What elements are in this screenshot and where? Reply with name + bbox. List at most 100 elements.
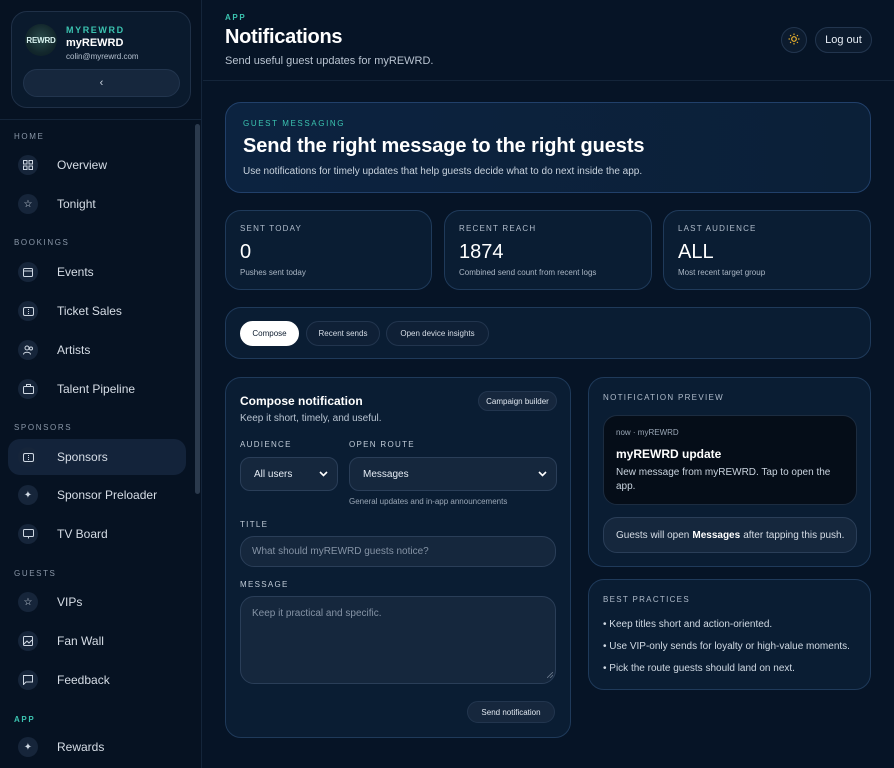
tab-compose[interactable]: Compose bbox=[240, 321, 299, 346]
route-note-prefix: Guests will open bbox=[616, 529, 690, 541]
push-title: myREWRD update bbox=[616, 447, 722, 461]
sidebar-item-tonight[interactable]: ☆ Tonight bbox=[8, 186, 186, 222]
sidebar-item-events[interactable]: Events bbox=[8, 254, 186, 290]
stat-caption: Pushes sent today bbox=[240, 268, 306, 277]
page-title: Notifications bbox=[225, 26, 343, 48]
stat-label: RECENT REACH bbox=[459, 224, 537, 233]
sidebar-item-tv-board[interactable]: TV Board bbox=[8, 516, 186, 552]
route-note-suffix: after tapping this push. bbox=[743, 529, 845, 541]
logout-button[interactable]: Log out bbox=[815, 27, 872, 53]
section-label-bookings: BOOKINGS bbox=[14, 238, 70, 247]
calendar-icon bbox=[18, 262, 38, 282]
sidebar-item-sponsor-preloader[interactable]: ✦ Sponsor Preloader bbox=[8, 477, 186, 513]
sidebar-item-label: Events bbox=[57, 265, 94, 279]
route-hint: General updates and in-app announcements bbox=[349, 497, 508, 506]
compose-title: Compose notification bbox=[240, 394, 363, 408]
ticket-icon bbox=[18, 447, 38, 467]
hero-text: Use notifications for timely updates tha… bbox=[243, 166, 643, 177]
sidebar-item-overview[interactable]: Overview bbox=[8, 147, 186, 183]
notification-preview-panel: NOTIFICATION PREVIEW now · myREWRD myREW… bbox=[588, 377, 871, 567]
message-placeholder: Keep it practical and specific. bbox=[252, 608, 382, 619]
page-kicker: APP bbox=[225, 13, 247, 22]
send-notification-button[interactable]: Send notification bbox=[467, 701, 555, 723]
sparkles-icon: ✦ bbox=[18, 737, 38, 757]
brand-logo: REWRD bbox=[25, 24, 57, 56]
hero-title: Send the right message to the right gues… bbox=[243, 135, 645, 157]
tab-device-insights[interactable]: Open device insights bbox=[386, 321, 489, 346]
sidebar-item-fan-wall[interactable]: Fan Wall bbox=[8, 623, 186, 659]
tab-recent-sends[interactable]: Recent sends bbox=[306, 321, 380, 346]
sidebar-item-vips[interactable]: ☆ VIPs bbox=[8, 584, 186, 620]
message-textarea[interactable]: Keep it practical and specific. bbox=[240, 596, 556, 684]
stat-label: LAST AUDIENCE bbox=[678, 224, 757, 233]
collapse-sidebar-button[interactable]: ‹ bbox=[23, 69, 180, 97]
theme-toggle-button[interactable] bbox=[781, 27, 807, 53]
campaign-builder-button[interactable]: Campaign builder bbox=[478, 391, 557, 411]
sun-icon bbox=[788, 33, 800, 48]
sidebar-scrollbar[interactable] bbox=[195, 124, 200, 494]
tips-kicker: BEST PRACTICES bbox=[603, 595, 690, 604]
route-note: Guests will open Messages after tapping … bbox=[603, 517, 857, 553]
chevron-down-icon bbox=[538, 469, 547, 479]
sidebar-item-label: Sponsors bbox=[57, 450, 108, 464]
sidebar-item-label: Talent Pipeline bbox=[57, 382, 136, 396]
briefcase-icon bbox=[18, 379, 38, 399]
profile-card: REWRD MYREWRD myREWRD colin@myrewrd.com … bbox=[11, 11, 191, 108]
compose-subtitle: Keep it short, timely, and useful. bbox=[240, 413, 382, 424]
sidebar-divider bbox=[0, 119, 201, 120]
stat-value: 0 bbox=[240, 241, 252, 263]
stat-value: ALL bbox=[678, 241, 714, 263]
push-body: New message from myREWRD. Tap to open th… bbox=[616, 467, 831, 492]
sidebar-item-talent-pipeline[interactable]: Talent Pipeline bbox=[8, 371, 186, 407]
tip-item: • Keep titles short and action-oriented. bbox=[603, 619, 773, 630]
hero-kicker: GUEST MESSAGING bbox=[243, 119, 346, 128]
tip-item: • Use VIP-only sends for loyalty or high… bbox=[603, 641, 850, 652]
star-icon: ☆ bbox=[18, 194, 38, 214]
sidebar-item-artists[interactable]: Artists bbox=[8, 332, 186, 368]
sidebar-item-sponsors[interactable]: Sponsors bbox=[8, 439, 186, 475]
tab-bar: Compose Recent sends Open device insight… bbox=[225, 307, 871, 359]
sidebar-item-label: Artists bbox=[57, 343, 91, 357]
sidebar-item-feedback[interactable]: Feedback bbox=[8, 662, 186, 698]
brand-email: colin@myrewrd.com bbox=[66, 52, 139, 61]
monitor-icon bbox=[18, 524, 38, 544]
section-label-home: HOME bbox=[14, 132, 45, 141]
sidebar-item-rewards[interactable]: ✦ Rewards bbox=[8, 729, 186, 765]
message-icon bbox=[18, 670, 38, 690]
ticket-icon bbox=[18, 301, 38, 321]
stat-card-recent-reach: RECENT REACH 1874 Combined send count fr… bbox=[444, 210, 652, 290]
stat-card-sent-today: SENT TODAY 0 Pushes sent today bbox=[225, 210, 432, 290]
sidebar-item-label: Fan Wall bbox=[57, 634, 104, 648]
sparkles-icon: ✦ bbox=[18, 485, 38, 505]
stat-value: 1874 bbox=[459, 241, 504, 263]
page-subtitle: Send useful guest updates for myREWRD. bbox=[225, 55, 434, 67]
audience-select[interactable]: All users bbox=[240, 457, 338, 491]
star-icon: ☆ bbox=[18, 592, 38, 612]
sidebar-item-label: Sponsor Preloader bbox=[57, 488, 158, 502]
sidebar-item-label: VIPs bbox=[57, 595, 83, 609]
brand-name: myREWRD bbox=[66, 37, 124, 49]
chevron-down-icon bbox=[319, 469, 328, 479]
section-label-sponsors: SPONSORS bbox=[14, 423, 73, 432]
audience-label: AUDIENCE bbox=[240, 440, 292, 449]
audience-value: All users bbox=[254, 468, 293, 480]
stat-card-last-audience: LAST AUDIENCE ALL Most recent target gro… bbox=[663, 210, 871, 290]
preview-kicker: NOTIFICATION PREVIEW bbox=[603, 393, 724, 402]
section-label-app: APP bbox=[14, 715, 36, 724]
push-meta: now · myREWRD bbox=[616, 428, 679, 437]
push-preview-card: now · myREWRD myREWRD update New message… bbox=[603, 415, 857, 505]
logo-text: REWRD bbox=[26, 35, 56, 45]
page-header: APP Notifications Send useful guest upda… bbox=[203, 0, 894, 81]
hero-banner: GUEST MESSAGING Send the right message t… bbox=[225, 102, 871, 193]
sidebar-item-ticket-sales[interactable]: Ticket Sales bbox=[8, 293, 186, 329]
route-select[interactable]: Messages bbox=[349, 457, 557, 491]
resize-handle-icon[interactable] bbox=[546, 670, 554, 681]
chevron-left-icon: ‹ bbox=[99, 77, 104, 89]
stat-caption: Combined send count from recent logs bbox=[459, 268, 597, 277]
stat-caption: Most recent target group bbox=[678, 268, 766, 277]
sidebar-item-label: Tonight bbox=[57, 197, 96, 211]
title-label: TITLE bbox=[240, 520, 269, 529]
stat-label: SENT TODAY bbox=[240, 224, 303, 233]
title-input[interactable]: What should myREWRD guests notice? bbox=[240, 536, 556, 567]
title-placeholder: What should myREWRD guests notice? bbox=[252, 546, 429, 557]
